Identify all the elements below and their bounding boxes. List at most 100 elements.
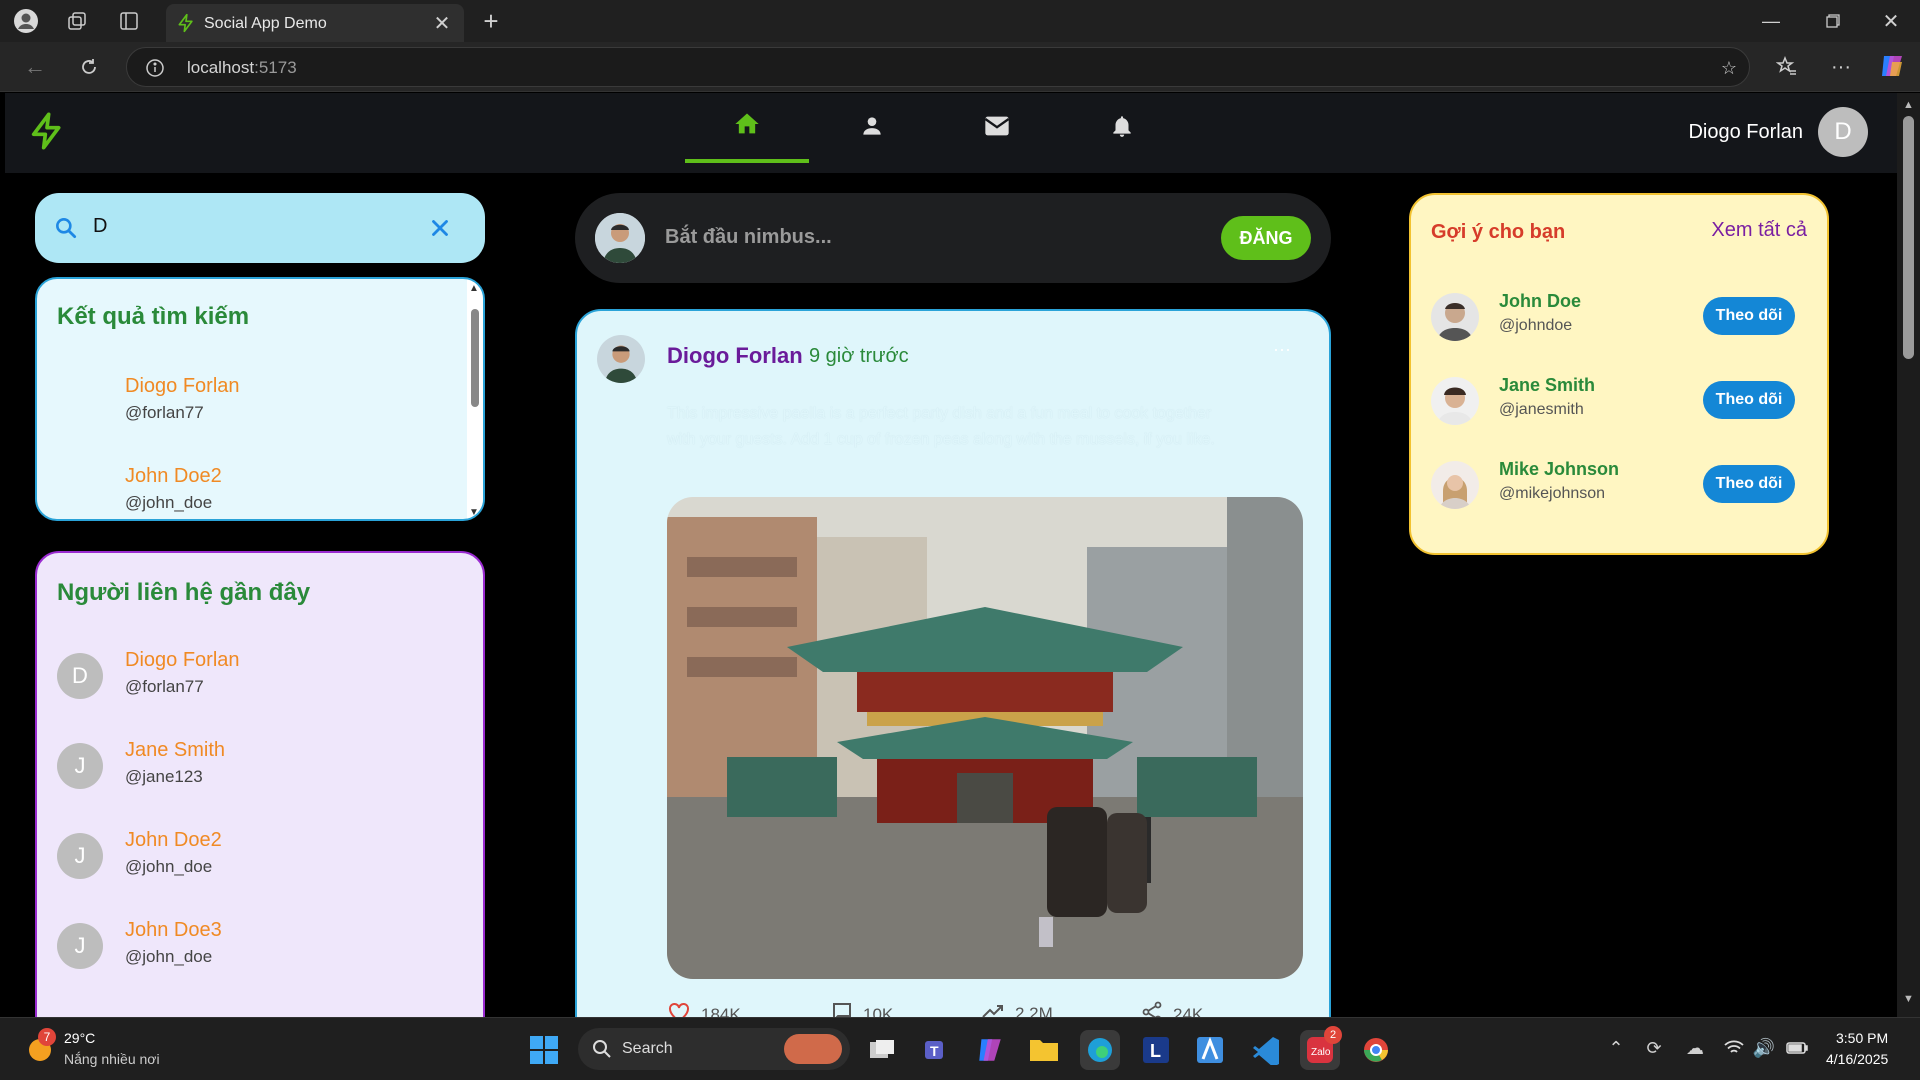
taskbar-search[interactable]: Search	[578, 1028, 850, 1070]
views-stat[interactable]: 2.2M	[981, 1001, 1053, 1017]
post-image[interactable]	[667, 497, 1303, 979]
share-stat[interactable]: 24K	[1141, 1001, 1203, 1017]
like-count: 184K	[701, 1004, 741, 1018]
browser-tab[interactable]: Social App Demo ✕	[166, 4, 464, 42]
results-scroll-thumb[interactable]	[471, 309, 479, 407]
like-stat[interactable]: 184K	[667, 1001, 741, 1017]
vscode-icon[interactable]	[1246, 1030, 1286, 1070]
nav-profile[interactable]	[810, 93, 934, 163]
address-bar[interactable]: localhost:5173 ☆	[126, 47, 1750, 87]
more-options-icon[interactable]: ···	[1273, 339, 1291, 360]
page-scroll-thumb[interactable]	[1903, 116, 1914, 359]
favorites-icon[interactable]	[1770, 50, 1804, 84]
app-a-icon[interactable]	[1190, 1030, 1230, 1070]
list-item[interactable]: J John Doe3 @john_doe	[57, 919, 457, 975]
avatar[interactable]	[1431, 293, 1479, 341]
clock-time[interactable]: 3:50 PM	[1836, 1030, 1888, 1046]
volume-icon[interactable]: 🔊	[1752, 1036, 1776, 1060]
current-user-avatar[interactable]: D	[1818, 107, 1868, 157]
search-icon	[592, 1039, 612, 1064]
search-input[interactable]: D	[93, 215, 107, 238]
vertical-tabs-icon[interactable]	[114, 6, 144, 36]
url-host: localhost	[187, 58, 255, 77]
scroll-down-icon[interactable]: ▼	[1903, 993, 1914, 1005]
nav-messages[interactable]	[935, 93, 1059, 163]
more-menu-icon[interactable]: ···	[1824, 50, 1858, 84]
avatar[interactable]	[1431, 461, 1479, 509]
bolt-logo-icon[interactable]	[27, 111, 67, 151]
contact-handle: @john_doe	[125, 947, 213, 966]
wifi-icon[interactable]	[1722, 1036, 1746, 1060]
results-scrollbar[interactable]: ▲ ▼	[467, 279, 483, 519]
scroll-up-icon[interactable]: ▲	[469, 283, 479, 294]
heart-icon	[667, 1001, 691, 1017]
composer-input[interactable]: Bắt đầu nimbus...	[665, 226, 832, 249]
battery-icon[interactable]	[1784, 1036, 1810, 1060]
comment-count: 10K	[863, 1004, 894, 1018]
avatar[interactable]	[1431, 377, 1479, 425]
reload-icon[interactable]	[72, 50, 106, 84]
clock-date[interactable]: 4/16/2025	[1826, 1051, 1888, 1067]
post-button[interactable]: ĐĂNG	[1221, 216, 1311, 260]
site-info-icon[interactable]	[143, 56, 167, 80]
profile-icon[interactable]	[10, 6, 42, 36]
suggestion-handle: @johndoe	[1499, 317, 1573, 334]
start-icon[interactable]	[524, 1030, 564, 1070]
contact-name: Diogo Forlan	[125, 649, 240, 671]
suggestion-name[interactable]: Jane Smith	[1499, 375, 1595, 396]
copilot-icon[interactable]	[1878, 52, 1908, 82]
contact-handle: @jane123	[125, 767, 203, 786]
comment-stat[interactable]: 10K	[831, 1001, 893, 1017]
post-author[interactable]: Diogo Forlan	[667, 343, 803, 369]
task-view-icon[interactable]	[862, 1030, 902, 1070]
app-l-icon[interactable]: L	[1136, 1030, 1176, 1070]
new-tab-icon[interactable]: +	[476, 6, 506, 36]
avatar[interactable]	[597, 335, 645, 383]
see-all-link[interactable]: Xem tất cả	[1711, 219, 1807, 242]
edge-icon[interactable]	[1080, 1030, 1120, 1070]
back-icon[interactable]: ←	[18, 50, 52, 84]
restore-icon[interactable]	[1818, 6, 1848, 36]
url-text: localhost:5173	[187, 58, 297, 78]
follow-button[interactable]: Theo dõi	[1703, 465, 1795, 503]
follow-button[interactable]: Theo dõi	[1703, 381, 1795, 419]
nav-notifications[interactable]	[1060, 93, 1184, 163]
chevron-up-icon[interactable]: ⌃	[1604, 1036, 1628, 1060]
suggestion-name[interactable]: John Doe	[1499, 291, 1581, 312]
mail-icon	[983, 112, 1011, 145]
svg-text:T: T	[930, 1043, 939, 1059]
follow-button[interactable]: Theo dõi	[1703, 297, 1795, 335]
file-explorer-icon[interactable]	[1024, 1030, 1064, 1070]
contact-handle: @john_doe	[125, 857, 213, 876]
chrome-icon[interactable]	[1356, 1030, 1396, 1070]
zalo-icon[interactable]: Zalo 2	[1300, 1026, 1342, 1070]
list-item[interactable]: Diogo Forlan @forlan77	[57, 375, 437, 431]
scroll-up-icon[interactable]: ▲	[1903, 99, 1914, 111]
weather-badge: 7	[38, 1028, 56, 1046]
teams-icon[interactable]: T	[916, 1030, 956, 1070]
contact-name: John Doe3	[125, 919, 222, 941]
list-item[interactable]: D Diogo Forlan @forlan77	[57, 649, 457, 705]
onedrive-icon[interactable]: ☁	[1682, 1036, 1708, 1060]
sync-icon[interactable]: ⟳	[1642, 1036, 1666, 1060]
list-item[interactable]: John Doe2 @john_doe	[57, 465, 437, 519]
minimize-icon[interactable]: —	[1756, 6, 1786, 36]
close-window-icon[interactable]: ✕	[1876, 6, 1906, 36]
scroll-down-icon[interactable]: ▼	[469, 507, 479, 518]
suggestion-name[interactable]: Mike Johnson	[1499, 459, 1619, 480]
app-page: Diogo Forlan D D Kết quả tìm kiếm Diogo …	[5, 93, 1898, 1017]
close-tab-icon[interactable]: ✕	[430, 11, 454, 35]
weather-temp[interactable]: 29°C	[64, 1030, 95, 1046]
favorite-star-icon[interactable]: ☆	[1717, 56, 1741, 80]
weather-desc[interactable]: Nắng nhiều nơi	[64, 1051, 160, 1067]
clear-search-icon[interactable]	[427, 215, 453, 241]
list-item[interactable]: J Jane Smith @jane123	[57, 739, 457, 795]
workspaces-icon[interactable]	[62, 6, 92, 36]
current-user-name[interactable]: Diogo Forlan	[1688, 121, 1803, 144]
search-results-title: Kết quả tìm kiếm	[57, 303, 250, 330]
nav-home[interactable]	[685, 93, 809, 163]
search-box[interactable]: D	[35, 193, 485, 263]
list-item[interactable]: J John Doe2 @john_doe	[57, 829, 457, 885]
copilot-taskbar-icon[interactable]	[970, 1030, 1010, 1070]
weather-icon[interactable]: 7	[24, 1028, 60, 1066]
